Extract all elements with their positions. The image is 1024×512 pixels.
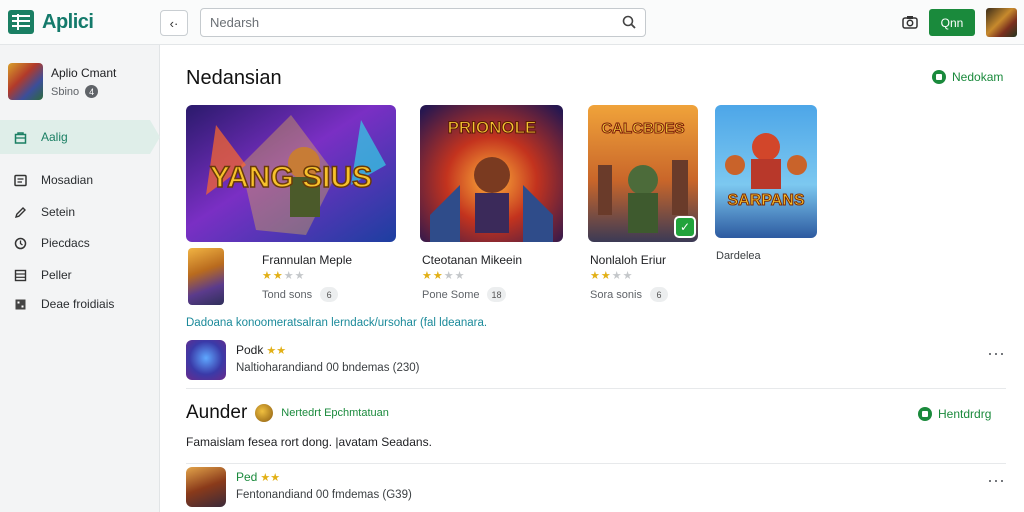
- search-input[interactable]: [201, 9, 601, 36]
- chevron-left-icon: ‹·: [169, 15, 179, 31]
- sidebar-item-label: Mosadian: [41, 173, 94, 187]
- section2-link-label: Hentdrdrg: [938, 407, 992, 421]
- section2-title: Aunder: [186, 402, 248, 423]
- star-rating: ★★★★: [590, 270, 634, 282]
- game-thumbnail[interactable]: [188, 248, 224, 305]
- section2-description: Famaislam fesea rort dong. |avatam Seada…: [186, 435, 432, 449]
- sidebar-item-mosadian[interactable]: Mosadian: [14, 170, 93, 190]
- row-subtitle: Fentonandiand 00 fmdemas (G39): [236, 489, 412, 501]
- sidebar-item-peller[interactable]: Peller: [14, 265, 72, 285]
- dice-icon: [15, 299, 26, 309]
- divider: [186, 388, 1006, 389]
- game-card-art-2[interactable]: PRIONOLE: [420, 105, 563, 242]
- sidebar-item-piecdacs[interactable]: Piecdacs: [14, 233, 90, 253]
- sidebar-item-label: Aalig: [41, 130, 68, 144]
- count-pill: 6: [649, 287, 668, 302]
- app-icon: [186, 467, 226, 507]
- clock-icon: [14, 237, 27, 249]
- star-rating: ★★: [266, 344, 287, 357]
- chat-icon: [14, 174, 27, 186]
- search-icon[interactable]: [622, 15, 636, 29]
- game-card-art-4[interactable]: SARPANS: [715, 105, 817, 238]
- count-pill: 6: [320, 287, 339, 302]
- section-note-link[interactable]: Dadoana konoomeratsalran lerndack/ursoha…: [186, 317, 487, 329]
- section-link-label: Nedokam: [952, 70, 1004, 84]
- card-title[interactable]: Nonlaloh Eriur: [590, 253, 666, 267]
- pen-icon: [14, 206, 26, 218]
- section2-link[interactable]: Hentdrdrg: [918, 407, 991, 421]
- count-pill: 18: [487, 287, 506, 302]
- star-rating: ★★★★: [262, 270, 306, 282]
- sidebar-item-setein[interactable]: Setein: [14, 202, 75, 222]
- row-title-text: Podk: [236, 343, 264, 357]
- card-meta: Pone Some 18: [422, 287, 506, 302]
- top-bar: Aplici ‹· Qnn: [0, 0, 1024, 45]
- app-title: Aplici: [42, 10, 94, 33]
- bag-icon: [14, 131, 27, 144]
- list-item[interactable]: Ped ★★ Fentonandiand 00 fmdemas (G39) ··…: [186, 467, 1006, 507]
- profile-count-badge: 4: [85, 85, 99, 98]
- row-title-text: Ped: [236, 470, 258, 484]
- store-icon: [932, 70, 946, 84]
- profile-sub: Sbino 4: [51, 85, 116, 98]
- star-rating: ★★: [260, 471, 281, 484]
- profile-sub-label: Sbino: [51, 85, 80, 98]
- divider: [186, 463, 1006, 464]
- more-options-icon[interactable]: ···: [986, 471, 1006, 491]
- list-item[interactable]: Podk ★★ Naltioharandiand 00 bndemas (230…: [186, 340, 1006, 380]
- medal-icon: [255, 404, 274, 422]
- main-content: Nedansian Nedokam YANG SIUS PRIONOLE CAL…: [160, 45, 1024, 512]
- card-meta: Tond sons 6: [262, 287, 339, 302]
- game-art-title: CALCBDES: [601, 120, 684, 137]
- spreadsheet-icon: [8, 10, 34, 34]
- user-avatar[interactable]: [986, 8, 1017, 37]
- card-meta-label: Pone Some: [422, 288, 480, 301]
- section-title: Nedansian: [186, 67, 282, 89]
- more-options-icon[interactable]: ···: [986, 344, 1006, 364]
- row-subtitle: Naltioharandiand 00 bndemas (230): [236, 362, 420, 374]
- app-logo[interactable]: Aplici: [8, 10, 94, 34]
- back-button[interactable]: ‹·: [160, 10, 188, 36]
- profile-avatar: [8, 63, 43, 100]
- card-meta: Sora sonis 6: [590, 287, 668, 302]
- sidebar-item-label: Deae froidiais: [41, 297, 115, 311]
- card-title[interactable]: Frannulan Meple: [262, 253, 352, 267]
- camera-icon[interactable]: [901, 13, 919, 31]
- game-art-title: YANG SIUS: [210, 161, 372, 194]
- profile-card[interactable]: Aplio Cmant Sbino 4: [8, 63, 116, 100]
- primary-button[interactable]: Qnn: [929, 9, 975, 36]
- search-bar: [200, 8, 646, 37]
- game-art-title: PRIONOLE: [448, 118, 537, 137]
- section-link[interactable]: Nedokam: [932, 70, 1003, 84]
- sidebar-item-deae-froidiais[interactable]: Deae froidiais: [14, 294, 114, 314]
- game-art-title: SARPANS: [727, 192, 804, 209]
- section2-header: Aunder Nertedrt Epchmtatuan: [186, 402, 389, 424]
- sidebar-item-aalig[interactable]: Aalig: [14, 127, 68, 147]
- sidebar-item-label: Peller: [41, 268, 72, 282]
- star-rating: ★★★★: [422, 270, 466, 282]
- row-title: Podk ★★: [236, 343, 286, 357]
- section2-subtitle[interactable]: Nertedrt Epchmtatuan: [281, 407, 389, 419]
- game-card-art-1[interactable]: YANG SIUS: [186, 105, 396, 242]
- sidebar: Aplio Cmant Sbino 4 Aalig Mosadian Setei…: [0, 45, 160, 512]
- grid-icon: [14, 269, 27, 281]
- card-meta-label: Tond sons: [262, 288, 313, 301]
- refresh-icon: [918, 407, 932, 421]
- card-title[interactable]: Dardelea: [716, 250, 761, 262]
- card-meta-label: Sora sonis: [590, 288, 642, 301]
- app-icon: [186, 340, 226, 380]
- verified-check-icon: ✓: [674, 216, 696, 238]
- row-title: Ped ★★: [236, 470, 280, 484]
- profile-name: Aplio Cmant: [51, 66, 117, 80]
- sidebar-item-label: Piecdacs: [41, 236, 90, 250]
- card-title[interactable]: Cteotanan Mikeein: [422, 253, 522, 267]
- sidebar-item-label: Setein: [41, 205, 76, 219]
